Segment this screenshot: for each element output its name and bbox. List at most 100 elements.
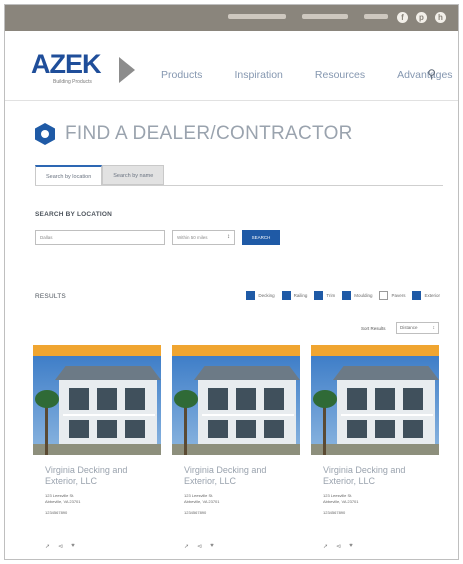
nav-item-products[interactable]: Products [161, 69, 202, 81]
dealer-photo [33, 356, 161, 455]
checkbox-checked[interactable] [314, 291, 324, 300]
share-icon[interactable]: ⊲ [336, 543, 341, 550]
azek-logo[interactable]: AZEK Building Products [31, 49, 135, 85]
dealer-contact: 1234567890 [45, 510, 161, 516]
dealer-card[interactable]: Virginia Decking and Exterior, LLC 123 L… [311, 345, 439, 559]
dealer-name[interactable]: Virginia Decking and Exterior, LLC [45, 465, 155, 487]
house-window [264, 388, 284, 410]
checkbox-checked[interactable] [281, 291, 291, 300]
utility-links [228, 14, 388, 19]
favorite-icon[interactable]: ♥ [349, 543, 353, 550]
dealer-address: 123 Leesville St. Abbeville, VA 23701 [323, 493, 439, 505]
house-roof [55, 366, 161, 380]
dealer-phone[interactable]: 1234567890 [184, 510, 300, 516]
house-roof [333, 366, 439, 380]
houzz-icon[interactable]: h [435, 12, 446, 23]
nav-item-inspiration[interactable]: Inspiration [234, 69, 282, 81]
checkbox-checked[interactable] [412, 291, 422, 300]
search-button[interactable]: SEARCH [242, 230, 280, 245]
house-window [403, 388, 423, 410]
dealer-phone[interactable]: 1234567890 [45, 510, 161, 516]
search-icon[interactable]: ⚲ [427, 67, 436, 81]
house-window [97, 388, 117, 410]
sort-select[interactable]: Distance ↕ [396, 322, 439, 334]
house-railing [202, 414, 294, 416]
chevron-updown-icon: ↕ [432, 325, 436, 331]
location-input[interactable]: Dallas [35, 230, 165, 245]
search-section-label: SEARCH BY LOCATION [35, 211, 113, 218]
checkbox-checked[interactable] [246, 291, 256, 300]
house-window [375, 420, 395, 438]
dealer-phone[interactable]: 1234567890 [323, 510, 439, 516]
house-window [125, 388, 145, 410]
filter-label: Pavers [391, 293, 406, 298]
palm-tree [35, 384, 59, 455]
results-grid: Virginia Decking and Exterior, LLC 123 L… [33, 345, 439, 559]
palm-tree [313, 384, 337, 455]
product-filters: Decking Railing Trim Moulding Pavers Ext… [246, 291, 440, 300]
utility-link[interactable] [228, 14, 286, 19]
dealer-name[interactable]: Virginia Decking and Exterior, LLC [323, 465, 433, 487]
filter-label: Exterior [424, 293, 440, 298]
house-window [403, 420, 423, 438]
card-actions: ➚ ⊲ ♥ [184, 543, 214, 550]
filter-exterior[interactable]: Exterior [412, 291, 440, 300]
filter-decking[interactable]: Decking [246, 291, 275, 300]
house-window [347, 388, 367, 410]
dealer-contact: 1234567890 [184, 510, 300, 516]
house-window [97, 420, 117, 438]
house-window [347, 420, 367, 438]
filter-pavers[interactable]: Pavers [379, 291, 405, 300]
filter-trim[interactable]: Trim [314, 291, 335, 300]
filter-label: Railing [293, 293, 308, 298]
favorite-icon[interactable]: ♥ [71, 543, 75, 550]
dealer-photo [311, 356, 439, 455]
house-window [264, 420, 284, 438]
page-title: FIND A DEALER/CONTRACTOR [65, 123, 353, 144]
checkbox-checked[interactable] [342, 291, 352, 300]
card-actions: ➚ ⊲ ♥ [323, 543, 353, 550]
house-window [208, 420, 228, 438]
share-icon[interactable]: ⊲ [197, 543, 202, 550]
filter-label: Trim [326, 293, 336, 298]
utility-bar: f p h [5, 5, 458, 31]
page-frame: f p h AZEK Building Products Products In… [4, 4, 459, 560]
filter-railing[interactable]: Railing [281, 291, 308, 300]
house-window [236, 420, 256, 438]
tab-search-by-name[interactable]: Search by name [102, 165, 165, 185]
dealer-badge [172, 345, 300, 356]
main-nav: Products Inspiration Resources Advantage… [161, 69, 458, 81]
utility-link[interactable] [364, 14, 388, 19]
dealer-name[interactable]: Virginia Decking and Exterior, LLC [184, 465, 294, 487]
tab-search-by-location[interactable]: Search by location [35, 165, 103, 185]
filter-moulding[interactable]: Moulding [342, 291, 372, 300]
nav-item-advantages[interactable]: Advantages [397, 69, 452, 81]
logo-arrow-icon [119, 57, 135, 83]
dealer-card[interactable]: Virginia Decking and Exterior, LLC 123 L… [172, 345, 300, 559]
dealer-address: 123 Leesville St. Abbeville, VA 23701 [184, 493, 300, 505]
filter-label: Moulding [354, 293, 373, 298]
directions-icon[interactable]: ➚ [184, 543, 189, 550]
distance-select-value: Within 50 miles [177, 235, 208, 240]
page-title-row: FIND A DEALER/CONTRACTOR [35, 123, 353, 145]
search-tabs: Search by location Search by name [35, 165, 165, 185]
directions-icon[interactable]: ➚ [323, 543, 328, 550]
facebook-icon[interactable]: f [397, 12, 408, 23]
house-window [375, 388, 395, 410]
address-line-2: Abbeville, VA 23701 [45, 499, 81, 504]
distance-select[interactable]: Within 50 miles ↕ [172, 230, 235, 245]
checkbox-unchecked[interactable] [379, 291, 389, 300]
utility-link[interactable] [302, 14, 348, 19]
dealer-card[interactable]: Virginia Decking and Exterior, LLC 123 L… [33, 345, 161, 559]
location-hex-icon [35, 123, 55, 145]
favorite-icon[interactable]: ♥ [210, 543, 214, 550]
tabs-divider [35, 185, 443, 186]
directions-icon[interactable]: ➚ [45, 543, 50, 550]
share-icon[interactable]: ⊲ [58, 543, 63, 550]
logo-wordmark: AZEK [31, 49, 101, 79]
site-header: AZEK Building Products Products Inspirat… [5, 31, 458, 101]
nav-item-resources[interactable]: Resources [315, 69, 365, 81]
house-railing [341, 414, 433, 416]
house-roof [194, 366, 300, 380]
pinterest-icon[interactable]: p [416, 12, 427, 23]
